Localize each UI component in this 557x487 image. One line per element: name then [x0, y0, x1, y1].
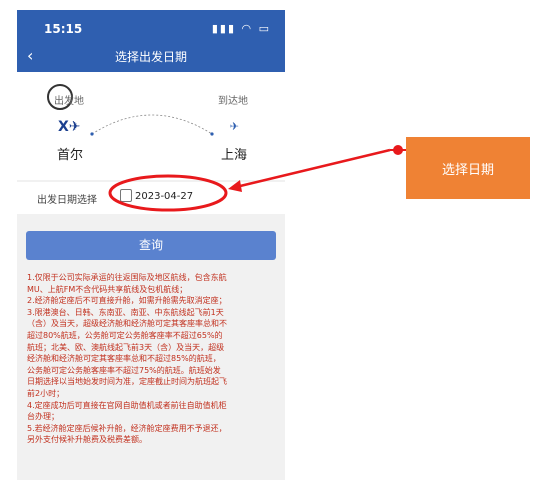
annotation-overlay	[108, 145, 406, 212]
marker-dot	[393, 145, 403, 155]
callout-box: 选择日期	[406, 137, 530, 199]
annotation-arrow-line	[235, 148, 391, 189]
arrowhead-icon	[228, 180, 242, 192]
callout-label: 选择日期	[441, 163, 494, 178]
highlight-ellipse	[108, 174, 228, 212]
